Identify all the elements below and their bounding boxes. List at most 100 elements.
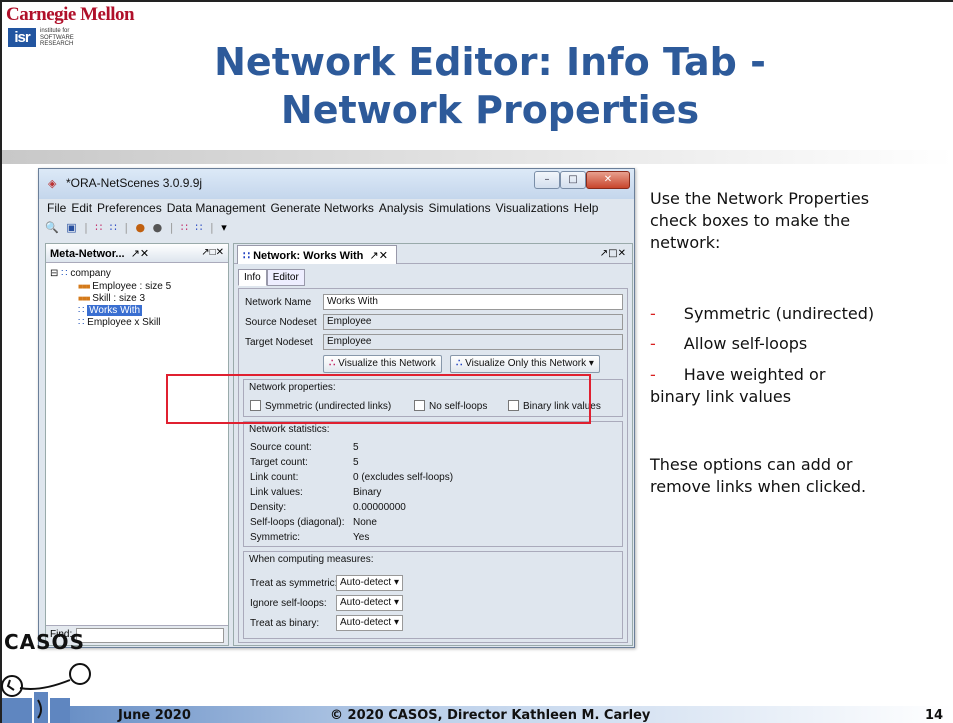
tree-root[interactable]: ⊟ ∷ company bbox=[50, 268, 111, 279]
window-title: *ORA-NetScenes 3.0.9.9j bbox=[66, 176, 203, 190]
visualize-only-network-button[interactable]: ∴ Visualize Only this Network ▾ bbox=[450, 355, 600, 373]
isr-logo: isr bbox=[8, 28, 36, 47]
meta-network-pane: Meta-Networ... ↗✕ ↗□✕ ⊟ ∷ company ■■■ Em… bbox=[45, 243, 229, 646]
cmu-logo: Carnegie Mellon bbox=[6, 4, 135, 25]
computing-measures-group: When computing measures: Treat as symmet… bbox=[243, 551, 623, 639]
casos-wordmark: CASOS bbox=[4, 630, 85, 654]
footer-date: June 2020 bbox=[118, 708, 191, 723]
network-icon[interactable]: ∷ bbox=[95, 221, 102, 234]
page-number: 14 bbox=[925, 708, 944, 723]
tab-editor[interactable]: Editor bbox=[266, 269, 305, 286]
treat-binary-select[interactable]: Auto-detect ▾ bbox=[336, 615, 403, 631]
tree-item-works-with[interactable]: ∷ Works With bbox=[78, 305, 143, 316]
toolbar-separator: | bbox=[84, 221, 88, 234]
isr-logo-text: institute for SOFTWARE RESEARCH bbox=[40, 28, 74, 47]
search-icon[interactable]: 🔍 bbox=[45, 221, 59, 234]
highlight-box bbox=[166, 374, 591, 424]
nodeset-icon: ■■■ bbox=[78, 282, 90, 291]
visualize-only-icon: ∴ bbox=[456, 358, 463, 369]
info-panel: Network Name Works With Source Nodeset E… bbox=[238, 288, 628, 643]
stat-value: Binary bbox=[353, 487, 382, 498]
stat-label: Self-loops (diagonal): bbox=[250, 517, 345, 528]
stat-label: Source count: bbox=[250, 442, 312, 453]
visualize-network-button[interactable]: ∴ Visualize this Network bbox=[323, 355, 442, 373]
ignore-self-loops-select[interactable]: Auto-detect ▾ bbox=[336, 595, 403, 611]
title-divider bbox=[2, 150, 953, 164]
matrix-icon[interactable]: ∷ bbox=[110, 221, 117, 234]
menu-preferences[interactable]: Preferences bbox=[97, 201, 162, 215]
source-nodeset-label: Source Nodeset bbox=[245, 317, 317, 328]
bullet-symmetric: - Symmetric (undirected) bbox=[650, 304, 875, 323]
measure-label: Ignore self-loops: bbox=[250, 598, 327, 609]
toolbar-separator: | bbox=[124, 221, 129, 234]
stat-label: Target count: bbox=[250, 457, 308, 468]
menu-data-management[interactable]: Data Management bbox=[167, 201, 266, 215]
app-icon: ◈ bbox=[48, 177, 57, 190]
tab-info[interactable]: Info bbox=[238, 269, 267, 286]
network-editor-pane: ∷ Network: Works With ↗✕ ↗□✕ Info Editor … bbox=[233, 243, 633, 646]
stat-value: Yes bbox=[353, 532, 370, 543]
visualize-icon: ∴ bbox=[329, 358, 336, 369]
network-statistics-group: Network statistics: Source count: 5 Targ… bbox=[243, 421, 623, 547]
users-icon[interactable]: ● bbox=[153, 221, 163, 234]
casos-logo bbox=[1, 663, 91, 723]
stat-value: 0.00000000 bbox=[353, 502, 406, 513]
menu-file[interactable]: File bbox=[47, 201, 66, 215]
network-statistics-title: Network statistics: bbox=[249, 424, 330, 435]
computing-measures-title: When computing measures: bbox=[249, 554, 374, 565]
bullet-weighted: - Have weighted or bbox=[650, 365, 826, 384]
subtab-strip: Info Editor bbox=[238, 269, 305, 286]
treat-symmetric-select[interactable]: Auto-detect ▾ bbox=[336, 575, 403, 591]
window-titlebar: ◈ *ORA-NetScenes 3.0.9.9j – □ ✕ bbox=[39, 169, 634, 199]
chevron-down-icon: ▾ bbox=[393, 617, 399, 628]
tree-item-employee-x-skill[interactable]: ∷ Employee x Skill bbox=[78, 317, 161, 328]
menu-edit[interactable]: Edit bbox=[71, 201, 92, 215]
nodeset-icon: ■■■ bbox=[78, 294, 90, 303]
tree-item-skill[interactable]: ■■■ Skill : size 3 bbox=[78, 293, 145, 304]
user-icon[interactable]: ● bbox=[136, 221, 146, 234]
menu-simulations[interactable]: Simulations bbox=[429, 201, 491, 215]
menu-bar: File Edit Preferences Data Management Genera… bbox=[39, 201, 634, 219]
editor-tab-strip: ∷ Network: Works With ↗✕ ↗□✕ bbox=[234, 244, 632, 264]
visualize-only-icon[interactable]: ∷ bbox=[195, 221, 202, 234]
chevron-down-icon: ▾ bbox=[393, 597, 399, 608]
minimize-button[interactable]: – bbox=[534, 171, 560, 189]
stat-label: Link count: bbox=[250, 472, 299, 483]
tab-network-works-with[interactable]: ∷ Network: Works With ↗✕ bbox=[237, 245, 397, 264]
stat-value: 5 bbox=[353, 442, 359, 453]
toolbar: 🔍 ▣ | ∷ ∷ | ● ● | ∷ ∷ | ▾ bbox=[45, 221, 231, 239]
bullet-weighted-cont: binary link values bbox=[650, 387, 792, 406]
save-icon[interactable]: ▣ bbox=[66, 221, 76, 234]
description-intro: Use the Network Properties check boxes t… bbox=[650, 189, 870, 252]
chevron-down-icon[interactable]: ▾ bbox=[221, 221, 227, 234]
stat-value: 0 (excludes self-loops) bbox=[353, 472, 454, 483]
stat-label: Density: bbox=[250, 502, 287, 513]
network-name-field[interactable]: Works With bbox=[323, 294, 623, 310]
pane-controls-icon[interactable]: ↗□✕ bbox=[201, 247, 224, 258]
chevron-down-icon: ▾ bbox=[588, 358, 594, 369]
measure-label: Treat as symmetric: bbox=[250, 578, 338, 589]
menu-generate-networks[interactable]: Generate Networks bbox=[270, 201, 373, 215]
toolbar-separator: | bbox=[209, 221, 214, 234]
menu-analysis[interactable]: Analysis bbox=[379, 201, 424, 215]
network-icon: ∷ bbox=[243, 250, 250, 262]
toolbar-separator: | bbox=[169, 221, 174, 234]
collapse-icon[interactable]: ⊟ bbox=[50, 268, 58, 279]
visualize-icon[interactable]: ∷ bbox=[181, 221, 188, 234]
menu-visualizations[interactable]: Visualizations bbox=[496, 201, 569, 215]
footer-copyright: © 2020 CASOS, Director Kathleen M. Carle… bbox=[330, 708, 651, 723]
stat-label: Symmetric: bbox=[250, 532, 300, 543]
menu-help[interactable]: Help bbox=[574, 201, 599, 215]
stat-label: Link values: bbox=[250, 487, 303, 498]
find-input[interactable] bbox=[76, 628, 224, 643]
close-button[interactable]: ✕ bbox=[586, 171, 630, 189]
target-nodeset-label: Target Nodeset bbox=[245, 337, 313, 348]
tree-item-employee[interactable]: ■■■ Employee : size 5 bbox=[78, 281, 171, 292]
network-name-label: Network Name bbox=[245, 297, 312, 308]
chevron-down-icon: ▾ bbox=[393, 577, 399, 588]
pane-controls-icon[interactable]: ↗□✕ bbox=[600, 248, 626, 259]
meta-network-icon: ∷ bbox=[61, 268, 68, 279]
meta-network-tab[interactable]: Meta-Networ... ↗✕ ↗□✕ bbox=[46, 244, 228, 263]
stat-value: 5 bbox=[353, 457, 359, 468]
maximize-button[interactable]: □ bbox=[560, 171, 586, 189]
